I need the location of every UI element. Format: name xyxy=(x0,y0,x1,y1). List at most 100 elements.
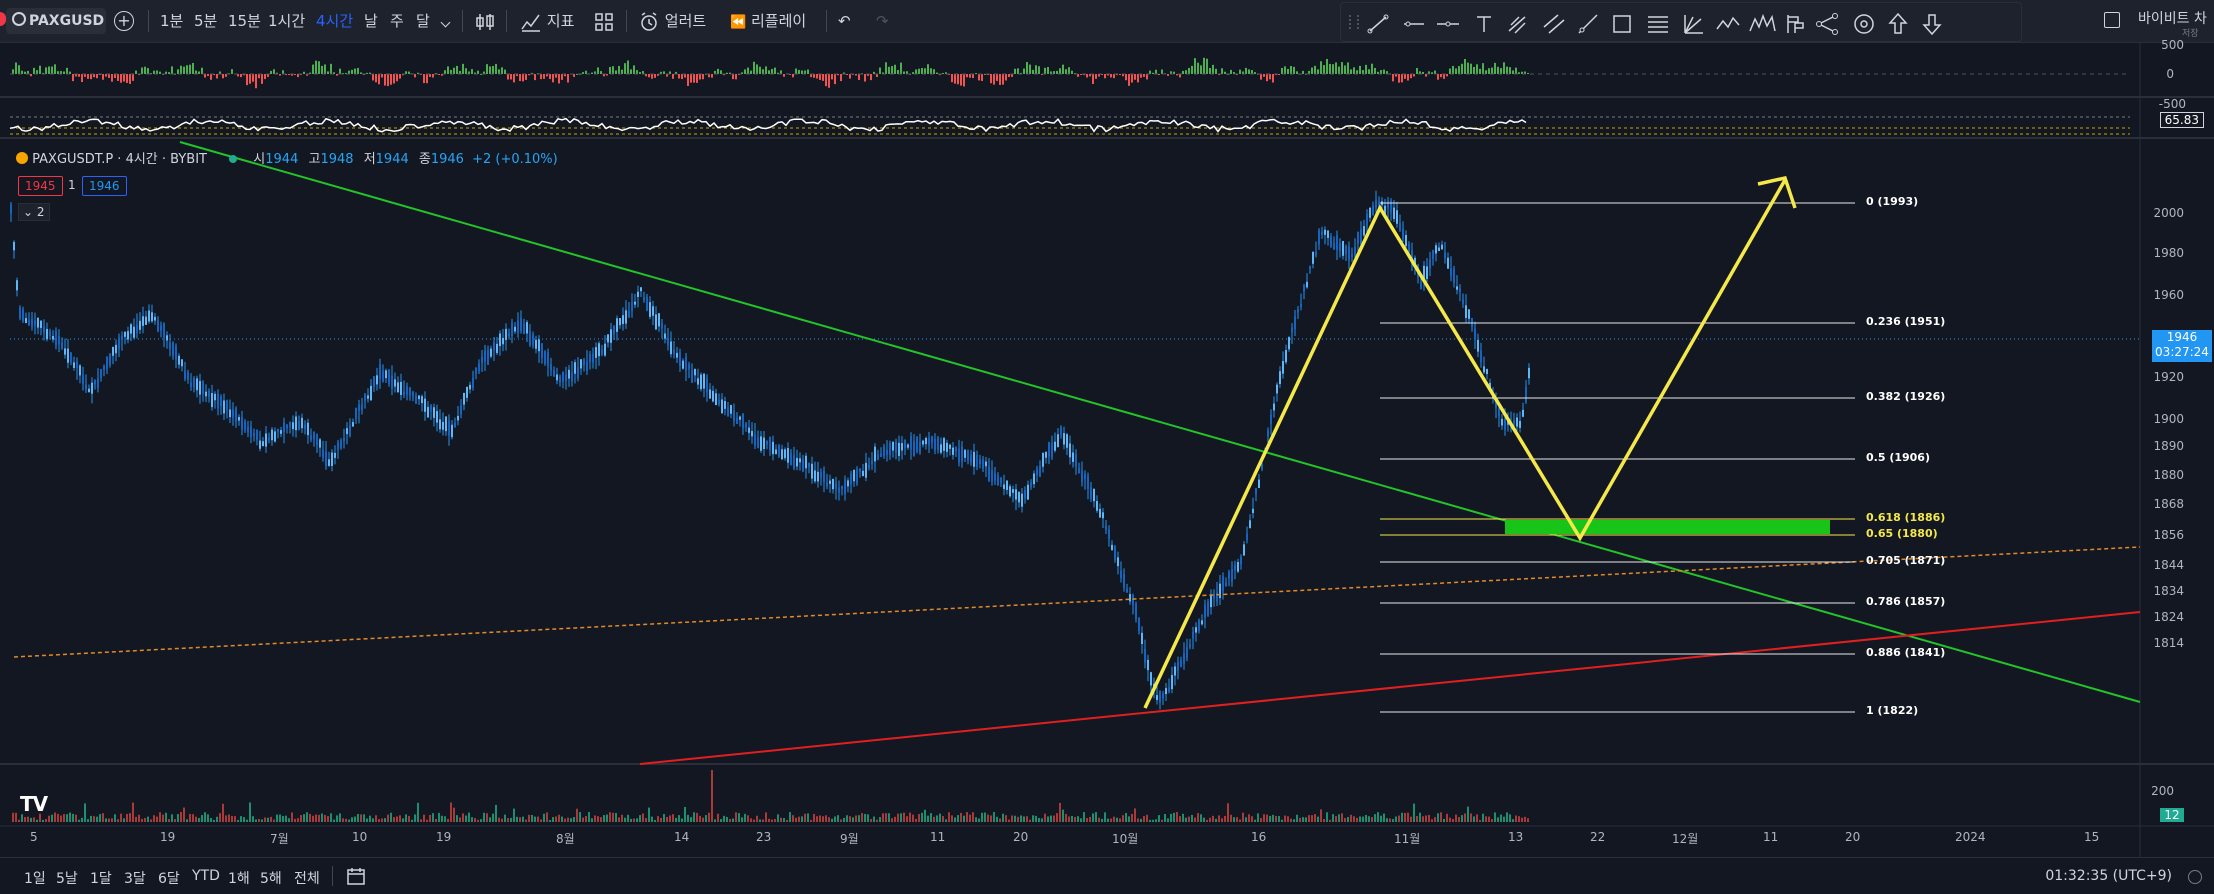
text-tool[interactable] xyxy=(1469,9,1499,39)
candle-body xyxy=(10,204,12,214)
osc-bar xyxy=(963,74,965,87)
candle-body xyxy=(400,381,402,396)
range-ytd[interactable]: YTD xyxy=(192,868,220,884)
candle-body xyxy=(1162,693,1164,699)
osc-bar xyxy=(114,74,116,78)
candle-body xyxy=(763,437,765,449)
time-tick: 20 xyxy=(1845,830,1861,844)
horizontal-line-tool[interactable] xyxy=(1433,9,1463,39)
pattern-icon xyxy=(1749,13,1776,32)
candle-body xyxy=(499,333,501,347)
range-5y[interactable]: 5해 xyxy=(260,868,282,888)
projection-path[interactable] xyxy=(1143,179,1787,709)
goto-date-button[interactable] xyxy=(346,866,366,890)
interval-15m[interactable]: 15분 xyxy=(228,8,261,34)
candle-body xyxy=(115,344,117,354)
volume-bar xyxy=(1326,812,1328,822)
orange-dashed-trendline[interactable] xyxy=(13,546,2141,658)
clock-timezone[interactable]: 01:32:35 (UTC+9) xyxy=(2045,868,2172,884)
osc-bar xyxy=(387,74,389,87)
parallel-channel-tool[interactable] xyxy=(1539,9,1569,39)
osc-bar xyxy=(894,64,896,74)
volume-bar xyxy=(918,814,920,822)
range-3m[interactable]: 3달 xyxy=(124,868,146,888)
redo-button[interactable]: ↷ xyxy=(876,8,889,34)
interval-week[interactable]: 주 xyxy=(390,8,404,34)
osc-bar xyxy=(201,67,203,74)
range-all[interactable]: 전체 xyxy=(294,868,320,888)
replay-button[interactable]: ⏪ 리플레이 xyxy=(730,8,806,34)
gann-tool[interactable] xyxy=(1679,9,1709,39)
interval-month[interactable]: 달 xyxy=(416,8,430,34)
osc-bar xyxy=(1155,69,1157,74)
osc-bar xyxy=(699,74,701,80)
green-trendline[interactable] xyxy=(179,141,2141,703)
osc-bar xyxy=(1062,64,1064,74)
drag-handle-icon[interactable] xyxy=(1349,15,1359,29)
candle-body xyxy=(1033,473,1035,485)
range-1d[interactable]: 1일 xyxy=(24,868,46,888)
rectangle-tool[interactable] xyxy=(1607,9,1637,39)
brush-tool[interactable] xyxy=(1813,9,1843,39)
symbol-search-button[interactable]: PAXGUSD xyxy=(6,8,106,34)
volume-bar xyxy=(471,817,473,822)
alerts-button[interactable]: 얼러트 xyxy=(638,8,706,34)
target-tool[interactable] xyxy=(1849,9,1879,39)
path-tool[interactable] xyxy=(1713,9,1743,39)
interval-dropdown-button[interactable] xyxy=(440,8,451,34)
ray-tool[interactable] xyxy=(1573,9,1603,39)
buy-price-button[interactable]: 1946 xyxy=(82,176,127,196)
volume-bar xyxy=(1389,818,1391,822)
candle-type-button[interactable] xyxy=(474,8,496,34)
layouts-button[interactable] xyxy=(594,8,614,34)
volume-bar xyxy=(1476,814,1478,822)
volume-bar xyxy=(966,812,968,822)
osc-bar xyxy=(1179,74,1181,78)
candle-body xyxy=(736,417,738,424)
interval-1m[interactable]: 1분 xyxy=(160,8,183,34)
volume-bar xyxy=(99,814,101,822)
volume-bar xyxy=(1017,816,1019,822)
candle-body xyxy=(655,314,657,330)
osc-bar xyxy=(651,74,653,79)
interval-1h[interactable]: 1시간 xyxy=(268,8,305,34)
range-1m[interactable]: 1달 xyxy=(90,868,112,888)
pattern-tool[interactable] xyxy=(1747,9,1777,39)
red-trendline[interactable] xyxy=(639,611,2141,765)
long-position-tool[interactable] xyxy=(1781,9,1811,39)
rsi-value-label: 65.83 xyxy=(2159,112,2204,128)
range-6m[interactable]: 6달 xyxy=(158,868,180,888)
osc-bar xyxy=(1017,68,1019,74)
candle-body xyxy=(1303,285,1305,292)
candle-body xyxy=(850,473,852,485)
interval-5m[interactable]: 5분 xyxy=(194,8,217,34)
arrow-down-tool[interactable] xyxy=(1917,9,1947,39)
trend-line-tool[interactable] xyxy=(1363,9,1393,39)
candle-body xyxy=(109,354,111,365)
price-tick: 1890 xyxy=(2153,439,2184,453)
range-5d[interactable]: 5날 xyxy=(56,868,78,888)
interval-4h[interactable]: 4시간 xyxy=(316,8,353,34)
collapse-indicators-button[interactable]: ⌄ 2 xyxy=(18,203,50,221)
fib-retracement-tool[interactable] xyxy=(1643,9,1673,39)
candle-body xyxy=(1183,653,1185,664)
candle-body xyxy=(55,330,57,346)
candle-body xyxy=(943,438,945,451)
pitchfork-tool[interactable] xyxy=(1503,9,1533,39)
candle-body xyxy=(1189,644,1191,648)
layout-save-button[interactable]: 바이비트 차 저장 xyxy=(2104,10,2214,39)
range-1y[interactable]: 1해 xyxy=(228,868,250,888)
horizontal-ray-tool[interactable] xyxy=(1399,9,1429,39)
sell-price-button[interactable]: 1945 xyxy=(18,176,63,196)
interval-day[interactable]: 날 xyxy=(364,8,378,34)
add-symbol-button[interactable]: + xyxy=(114,8,134,34)
arrow-up-tool[interactable] xyxy=(1883,9,1913,39)
buy-zone[interactable] xyxy=(1505,520,1830,534)
undo-button[interactable]: ↶ xyxy=(838,8,851,34)
volume-bar xyxy=(714,819,716,822)
candle-body xyxy=(313,431,315,440)
osc-bar xyxy=(831,74,833,80)
volume-bar xyxy=(1380,815,1382,822)
indicators-button[interactable]: 지표 xyxy=(520,8,574,34)
settings-gear-icon[interactable] xyxy=(2188,870,2202,884)
